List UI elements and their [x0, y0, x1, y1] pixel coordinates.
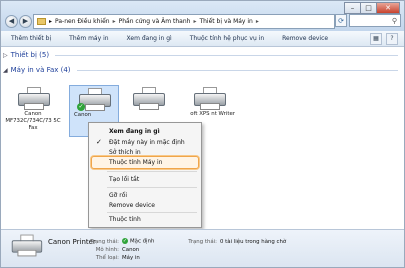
help-icon[interactable]: ? — [386, 32, 398, 45]
forward-button[interactable]: ▶ — [19, 15, 32, 28]
address-separator: ▸ — [49, 18, 53, 25]
command-bar: Thêm thiết bị Thêm máy in Xem đang in gì… — [1, 31, 404, 47]
back-button[interactable]: ◀ — [5, 15, 18, 28]
printer-icon: ✓ — [77, 88, 111, 111]
details-pane: Canon Printer Trạng thái: ✓ Mặc định Trạn… — [1, 229, 404, 267]
printer-icon — [194, 87, 226, 110]
printer-icon — [11, 234, 43, 257]
printer-item-fax[interactable]: Canon MF732C/734C/73 5C Fax — [4, 87, 62, 132]
group-divider — [76, 69, 398, 71]
category-value: Máy in — [122, 255, 140, 261]
menu-item-remove-device[interactable]: Remove device — [109, 202, 155, 209]
close-button[interactable]: ✕ — [376, 2, 400, 14]
menu-divider — [107, 212, 197, 213]
breadcrumb-control-panel[interactable]: Pa-nen Điều khiển — [55, 18, 110, 25]
menu-item-properties[interactable]: Thuộc tính — [109, 216, 141, 223]
menu-item-see-whats-printing[interactable]: Xem đang in gì — [109, 128, 160, 135]
remove-device-button[interactable]: Remove device — [272, 35, 336, 42]
address-bar[interactable]: ▸ Pa-nen Điều khiển ▸ Phần cứng và Âm th… — [33, 14, 335, 29]
menu-item-printing-preferences[interactable]: Sở thích in — [109, 149, 141, 156]
printer-label: Canon — [74, 112, 92, 118]
model-label: Mô hình: — [95, 247, 119, 253]
search-input[interactable]: ⚲ — [349, 14, 401, 27]
address-separator: ▸ — [193, 18, 197, 25]
group-divider — [55, 54, 398, 56]
menu-item-printer-properties[interactable]: Thuộc tính Máy in — [109, 159, 162, 166]
printer-item-third[interactable] — [123, 87, 173, 111]
checkmark-icon: ✓ — [96, 138, 102, 146]
printers-group-header[interactable]: ◢ Máy in và Fax (4) — [3, 66, 398, 74]
folder-icon — [37, 18, 46, 25]
status-value-wrap: ✓ Mặc định — [122, 238, 154, 245]
breadcrumb-hardware-sound[interactable]: Phần cứng và Âm thanh — [119, 18, 191, 25]
printer-label: Canon MF732C/734C/73 5C Fax — [5, 111, 61, 131]
printers-group-label: Máy in và Fax (4) — [10, 66, 71, 74]
add-printer-button[interactable]: Thêm máy in — [59, 35, 116, 42]
queue-value: 0 tài liệu trong hàng chờ — [220, 239, 287, 245]
menu-item-set-default[interactable]: Đặt máy này in mặc định — [109, 139, 185, 146]
queue-label: Trạng thái: — [188, 239, 217, 245]
printer-icon — [18, 87, 50, 110]
minimize-button[interactable]: – — [344, 2, 361, 14]
collapse-arrow-icon: ◢ — [3, 66, 8, 74]
see-whats-printing-button[interactable]: Xem đang in gì — [117, 35, 180, 42]
view-controls: ▦ ? — [370, 32, 404, 45]
default-check-icon: ✓ — [77, 103, 85, 111]
context-menu: Xem đang in gì ✓ Đặt máy này in mặc định… — [88, 122, 202, 228]
menu-divider — [107, 171, 197, 172]
title-bar: – □ ✕ ◀ ▶ ▸ Pa-nen Điều khiển ▸ Phần cứn… — [1, 1, 404, 31]
menu-item-create-shortcut[interactable]: Tạo lối tắt — [109, 176, 139, 183]
printer-label: oft XPS nt Writer — [190, 111, 235, 117]
status-label: Trạng thái: — [90, 239, 119, 245]
menu-divider — [107, 187, 197, 188]
address-separator: ▸ — [255, 18, 259, 25]
devices-and-printers-window: – □ ✕ ◀ ▶ ▸ Pa-nen Điều khiển ▸ Phần cứn… — [0, 0, 405, 268]
view-options-icon[interactable]: ▦ — [370, 32, 382, 45]
expand-arrow-icon: ▷ — [3, 51, 8, 59]
printer-item-xps[interactable]: oft XPS nt Writer — [179, 87, 239, 118]
breadcrumb-devices-printers[interactable]: Thiết bị và Máy in — [199, 18, 252, 25]
devices-group-header[interactable]: ▷ Thiết bị (5) — [3, 51, 398, 59]
menu-item-troubleshoot[interactable]: Gỡ rối — [109, 192, 127, 199]
address-separator: ▸ — [112, 18, 116, 25]
printer-icon — [133, 87, 165, 110]
maximize-button[interactable]: □ — [360, 2, 377, 14]
default-status-icon: ✓ — [122, 238, 128, 244]
refresh-button[interactable]: ⟳ — [335, 14, 347, 27]
add-device-button[interactable]: Thêm thiết bị — [1, 35, 59, 42]
window-controls: – □ ✕ — [344, 2, 400, 14]
search-icon: ⚲ — [391, 17, 397, 25]
status-value: Mặc định — [130, 238, 155, 245]
model-value: Canon — [122, 247, 140, 253]
devices-group-label: Thiết bị (5) — [10, 51, 50, 59]
print-server-properties-button[interactable]: Thuộc tính hệ phục vụ in — [180, 35, 272, 42]
category-label: Thể loại: — [95, 255, 119, 261]
